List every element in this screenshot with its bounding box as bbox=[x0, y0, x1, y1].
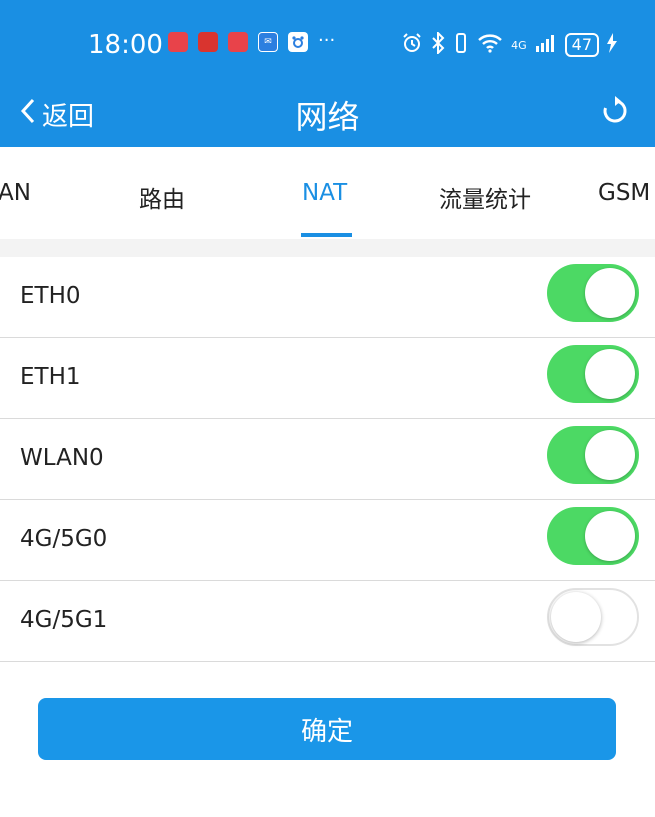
wifi-icon bbox=[477, 33, 503, 57]
overflow-dots: ··· bbox=[318, 30, 336, 51]
list-item: ETH0 bbox=[0, 257, 655, 338]
list-item: 4G/5G1 bbox=[0, 581, 655, 662]
network-type-label: 4G bbox=[511, 38, 527, 52]
system-icons: 4G 47 bbox=[401, 30, 617, 58]
interface-label: 4G/5G1 bbox=[20, 607, 108, 633]
mail-icon: ✉ bbox=[258, 32, 278, 52]
signal-icon bbox=[535, 33, 557, 57]
status-time: 18:00 bbox=[88, 30, 163, 60]
charging-icon bbox=[607, 33, 617, 57]
bluetooth-icon bbox=[431, 30, 445, 58]
tab-traffic-stats[interactable]: 流量统计 bbox=[439, 180, 531, 214]
notification-icons: ✉ ··· bbox=[168, 32, 335, 52]
nat-toggle-wlan0[interactable] bbox=[547, 426, 639, 484]
interface-label: 4G/5G0 bbox=[20, 526, 108, 552]
nav-bar: 返回 网络 bbox=[0, 86, 655, 142]
tab-nat[interactable]: NAT bbox=[302, 180, 347, 206]
list-item: WLAN0 bbox=[0, 419, 655, 500]
nat-toggle-4g5g1[interactable] bbox=[547, 588, 639, 646]
toggle-knob bbox=[551, 592, 601, 642]
vibrate-icon bbox=[453, 32, 469, 58]
refresh-icon bbox=[603, 96, 627, 123]
page-title: 网络 bbox=[295, 98, 360, 136]
toggle-knob bbox=[585, 268, 635, 318]
interface-label: ETH1 bbox=[20, 364, 81, 390]
tab-bar: AN 路由 NAT 流量统计 GSM bbox=[0, 147, 655, 239]
toggle-knob bbox=[585, 349, 635, 399]
section-divider bbox=[0, 239, 655, 257]
alarm-icon bbox=[401, 32, 423, 58]
battery-level: 47 bbox=[564, 33, 599, 57]
app-header: 18:00 ✉ ··· 4G 47 返回 网络 bbox=[0, 0, 655, 147]
status-bar: 18:00 ✉ ··· 4G 47 bbox=[0, 22, 655, 66]
interface-label: ETH0 bbox=[20, 283, 81, 309]
nat-toggle-eth0[interactable] bbox=[547, 264, 639, 322]
game-icon bbox=[198, 32, 218, 52]
refresh-button[interactable] bbox=[601, 96, 629, 130]
tab-routing[interactable]: 路由 bbox=[139, 180, 185, 214]
active-tab-indicator bbox=[301, 233, 352, 237]
list-item: ETH1 bbox=[0, 338, 655, 419]
reader-icon bbox=[228, 32, 248, 52]
nat-toggle-4g5g0[interactable] bbox=[547, 507, 639, 565]
nat-interface-list: ETH0 ETH1 WLAN0 4G/5G0 4G/5G1 bbox=[0, 257, 655, 662]
toggle-knob bbox=[585, 430, 635, 480]
huawei-store-icon bbox=[168, 32, 188, 52]
list-item: 4G/5G0 bbox=[0, 500, 655, 581]
tab-lan[interactable]: AN bbox=[0, 180, 31, 206]
toggle-knob bbox=[585, 511, 635, 561]
nat-toggle-eth1[interactable] bbox=[547, 345, 639, 403]
confirm-button[interactable]: 确定 bbox=[38, 698, 616, 760]
interface-label: WLAN0 bbox=[20, 445, 104, 471]
baidu-icon bbox=[288, 32, 308, 52]
tab-gsm[interactable]: GSM bbox=[598, 180, 650, 206]
